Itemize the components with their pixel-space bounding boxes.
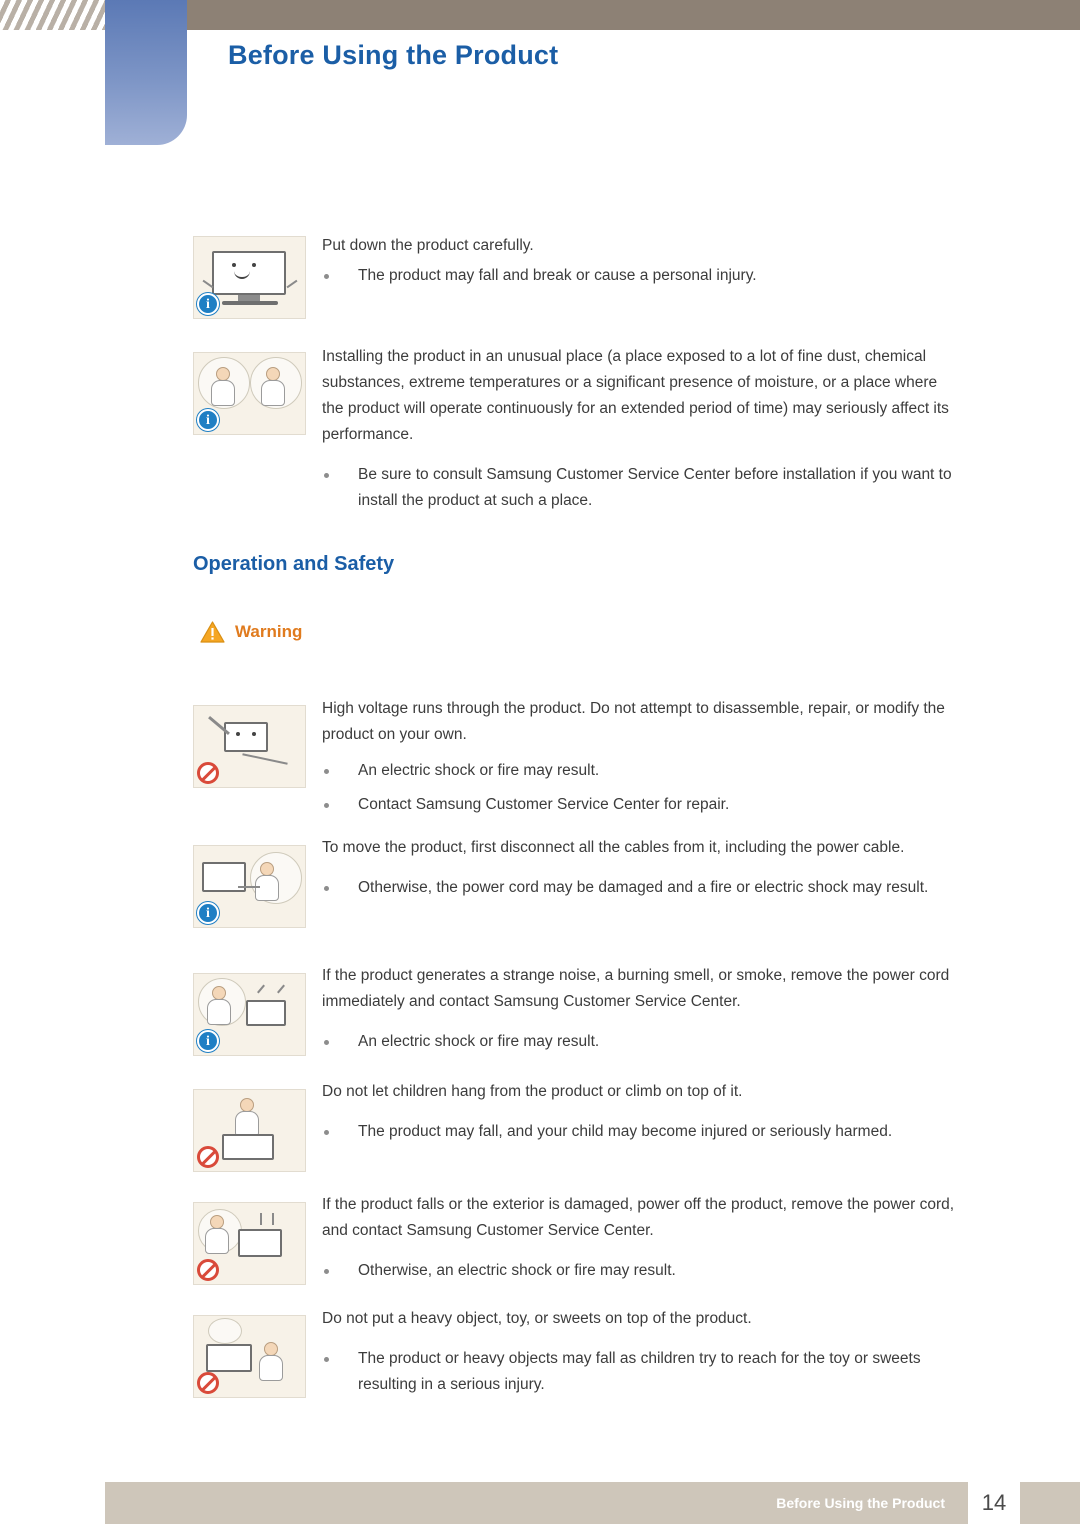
monitor-screen-shape xyxy=(238,1229,282,1257)
bullet-item: The product may fall, and your child may… xyxy=(322,1119,962,1145)
page-content: i Put down the product carefully. The pr… xyxy=(0,0,1080,1527)
paragraph: Installing the product in an unusual pla… xyxy=(322,348,949,443)
person-figure-left xyxy=(210,367,236,407)
info-badge: i xyxy=(197,293,219,315)
person-head xyxy=(240,1098,254,1112)
strange-noise-text-block: If the product generates a strange noise… xyxy=(322,963,962,1055)
monitor-screen-shape xyxy=(206,1344,252,1372)
info-badge: i xyxy=(197,902,219,924)
impact-line xyxy=(272,1213,274,1225)
warning-label-row: Warning xyxy=(200,621,302,643)
person-body xyxy=(255,875,279,901)
person-body xyxy=(211,380,235,406)
put-down-text-block: Put down the product carefully. The prod… xyxy=(322,233,962,289)
bullet-list: An electric shock or fire may result. Co… xyxy=(322,758,962,818)
forbidden-badge xyxy=(197,1259,219,1281)
highlight-circle xyxy=(208,1318,242,1344)
heavy-object-text-block: Do not put a heavy object, toy, or sweet… xyxy=(322,1306,962,1398)
face-eye-right xyxy=(252,732,256,736)
person-head xyxy=(266,367,280,381)
person-head xyxy=(260,862,274,876)
face-eye-left xyxy=(232,263,236,267)
bullet-list: The product may fall and break or cause … xyxy=(322,263,962,289)
warning-triangle-icon xyxy=(200,621,225,643)
bullet-list: Be sure to consult Samsung Customer Serv… xyxy=(322,462,962,514)
person-body xyxy=(205,1228,229,1254)
person-figure xyxy=(254,862,280,902)
bullet-item: The product may fall and break or cause … xyxy=(322,263,962,289)
bullet-item: Otherwise, the power cord may be damaged… xyxy=(322,875,962,901)
paragraph: Do not put a heavy object, toy, or sweet… xyxy=(322,1310,752,1327)
disassemble-product-illustration xyxy=(193,705,306,788)
paragraph: Do not let children hang from the produc… xyxy=(322,1083,743,1100)
person-body xyxy=(261,380,285,406)
cable-shape xyxy=(238,886,260,888)
face-eye-left xyxy=(236,732,240,736)
people-unusual-place-illustration: i xyxy=(193,352,306,435)
person-head xyxy=(210,1215,224,1229)
child-figure xyxy=(234,1098,260,1138)
high-voltage-text-block: High voltage runs through the product. D… xyxy=(322,696,962,818)
person-figure xyxy=(206,986,232,1026)
strange-noise-smoke-illustration: i xyxy=(193,973,306,1056)
bullet-item: The product or heavy objects may fall as… xyxy=(322,1346,962,1398)
impact-line xyxy=(260,1213,262,1225)
paragraph: High voltage runs through the product. D… xyxy=(322,700,945,743)
panel-edge xyxy=(242,753,288,765)
smoke-line xyxy=(277,984,285,994)
monitor-put-down-illustration: i xyxy=(193,236,306,319)
footer-label: Before Using the Product xyxy=(776,1495,945,1511)
footer-page-number-box: 14 xyxy=(968,1482,1020,1524)
motion-line-right xyxy=(286,279,298,289)
bullet-list: An electric shock or fire may result. xyxy=(322,1029,962,1055)
forbidden-badge xyxy=(197,1372,219,1394)
person-head xyxy=(216,367,230,381)
section-heading-operation-and-safety: Operation and Safety xyxy=(193,553,395,575)
paragraph: If the product generates a strange noise… xyxy=(322,967,950,1010)
children-hanging-illustration xyxy=(193,1089,306,1172)
person-figure xyxy=(204,1215,230,1255)
bullet-item: An electric shock or fire may result. xyxy=(322,1029,962,1055)
monitor-screen-shape xyxy=(224,722,268,752)
bullet-list: The product may fall, and your child may… xyxy=(322,1119,962,1145)
monitor-base-shape xyxy=(222,301,278,305)
forbidden-badge xyxy=(197,1146,219,1168)
smoke-line xyxy=(257,984,265,994)
product-falls-damaged-illustration xyxy=(193,1202,306,1285)
bullet-item: Otherwise, an electric shock or fire may… xyxy=(322,1258,962,1284)
footer-band-tail xyxy=(1020,1482,1080,1524)
monitor-screen-shape xyxy=(222,1134,274,1160)
person-body xyxy=(259,1355,283,1381)
children-hanging-text-block: Do not let children hang from the produc… xyxy=(322,1079,962,1145)
info-badge: i xyxy=(197,1030,219,1052)
person-head xyxy=(212,986,226,1000)
person-figure-right xyxy=(260,367,286,407)
bullet-item: Contact Samsung Customer Service Center … xyxy=(322,792,962,818)
unusual-place-text-block: Installing the product in an unusual pla… xyxy=(322,344,962,514)
page-number: 14 xyxy=(981,1490,1007,1515)
paragraph: To move the product, first disconnect al… xyxy=(322,839,905,856)
person-head xyxy=(264,1342,278,1356)
warning-label-text: Warning xyxy=(235,622,303,641)
bullet-list: The product or heavy objects may fall as… xyxy=(322,1346,962,1398)
info-badge: i xyxy=(197,409,219,431)
heavy-object-on-product-illustration xyxy=(193,1315,306,1398)
monitor-screen-shape xyxy=(246,1000,286,1026)
child-figure xyxy=(258,1342,284,1382)
face-eye-right xyxy=(252,263,256,267)
disconnect-cables-text-block: To move the product, first disconnect al… xyxy=(322,835,962,901)
product-falls-text-block: If the product falls or the exterior is … xyxy=(322,1192,962,1284)
bullet-item: An electric shock or fire may result. xyxy=(322,758,962,784)
bullet-list: Otherwise, the power cord may be damaged… xyxy=(322,875,962,901)
forbidden-badge xyxy=(197,762,219,784)
disconnect-cables-illustration: i xyxy=(193,845,306,928)
paragraph: If the product falls or the exterior is … xyxy=(322,1196,955,1239)
paragraph: Put down the product carefully. xyxy=(322,237,534,254)
bullet-list: Otherwise, an electric shock or fire may… xyxy=(322,1258,962,1284)
bullet-item: Be sure to consult Samsung Customer Serv… xyxy=(322,462,962,514)
person-body xyxy=(207,999,231,1025)
